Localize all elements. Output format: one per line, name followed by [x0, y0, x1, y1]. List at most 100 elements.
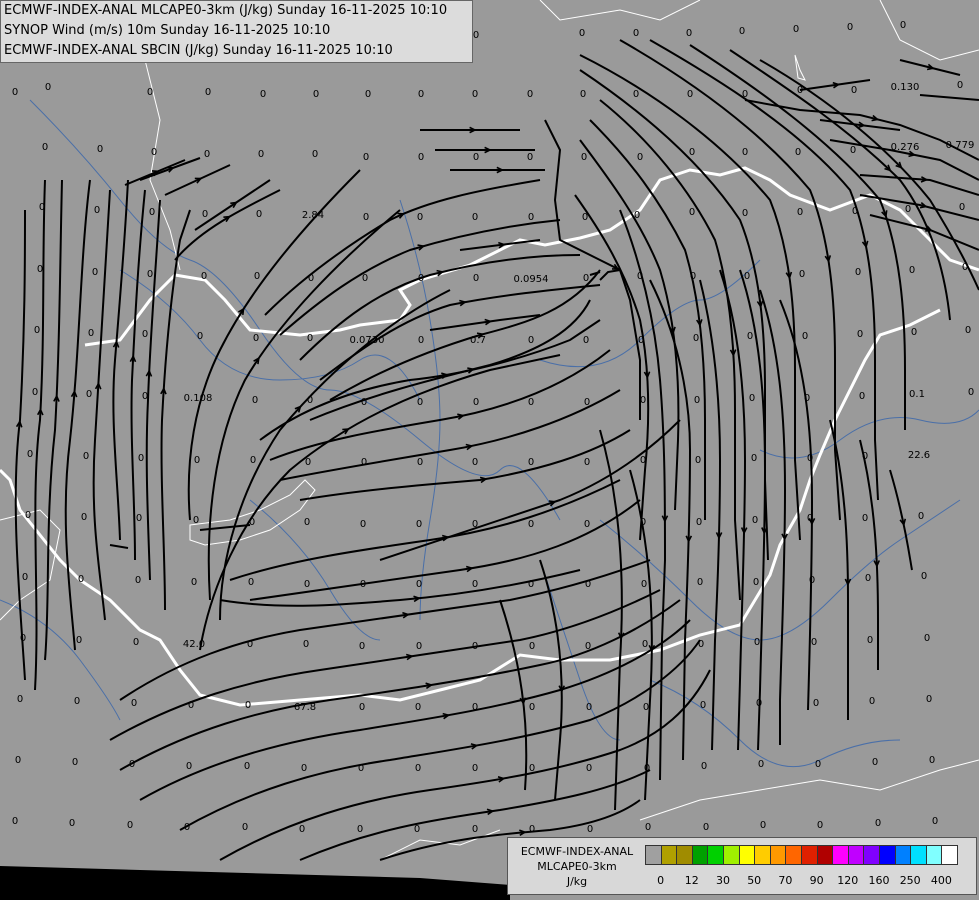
station-value: 0: [875, 818, 881, 829]
legend-swatch: [691, 845, 709, 865]
station-value: 0: [859, 391, 865, 402]
station-value: 0: [472, 457, 478, 468]
legend-tick-label: 160: [868, 874, 890, 887]
map-header: ECMWF-INDEX-ANAL MLCAPE0-3km (J/kg) Sund…: [0, 0, 473, 63]
station-value: 0: [129, 759, 135, 770]
station-value: 0: [758, 759, 764, 770]
station-value: 0: [472, 212, 478, 223]
legend-swatch: [832, 845, 849, 865]
header-line-wind: SYNOP Wind (m/s) 10m Sunday 16-11-2025 1…: [4, 23, 331, 38]
station-value: 0: [529, 824, 535, 835]
station-value: 0: [74, 696, 80, 707]
station-value: 0: [957, 80, 963, 91]
station-value: 0: [142, 329, 148, 340]
station-value: 0: [795, 147, 801, 158]
legend-swatch: [925, 845, 943, 865]
station-value: 0: [76, 635, 82, 646]
station-value: 0: [204, 149, 210, 160]
station-value: 0: [359, 702, 365, 713]
station-value: 0: [12, 87, 18, 98]
station-value: 0: [900, 20, 906, 31]
station-value: 0.0730: [350, 335, 385, 346]
station-value: 0: [27, 449, 33, 460]
legend-tick-label: 50: [747, 874, 762, 887]
station-value: 0: [414, 824, 420, 835]
station-value: 0: [739, 26, 745, 37]
station-value: 0: [633, 28, 639, 39]
station-value: 0: [45, 82, 51, 93]
station-value: 0: [744, 271, 750, 282]
station-value: 0: [643, 702, 649, 713]
station-value: 0: [363, 152, 369, 163]
station-value: 0: [527, 89, 533, 100]
station-value: 0: [693, 333, 699, 344]
station-value: 0: [244, 761, 250, 772]
station-value: 0: [136, 513, 142, 524]
station-value: 0: [186, 761, 192, 772]
station-value: 0: [872, 757, 878, 768]
station-value: 0: [86, 389, 92, 400]
station-value: 0: [418, 89, 424, 100]
station-value: 0: [472, 702, 478, 713]
station-value: 0: [360, 579, 366, 590]
station-value: 0: [807, 453, 813, 464]
station-value: 0: [687, 89, 693, 100]
station-value: 0: [528, 457, 534, 468]
station-value: 0: [528, 335, 534, 346]
station-value: 0: [587, 824, 593, 835]
station-value: 0: [361, 397, 367, 408]
station-value: 42.0: [183, 639, 205, 650]
station-value: 0: [248, 577, 254, 588]
station-value: 0: [472, 763, 478, 774]
legend-title-line2: MLCAPE0-3km: [537, 860, 617, 873]
station-value: 0: [586, 702, 592, 713]
station-value: 0: [250, 455, 256, 466]
station-value: 0: [850, 145, 856, 156]
station-value: 0: [127, 820, 133, 831]
station-value: 0: [694, 395, 700, 406]
station-value: 0: [926, 694, 932, 705]
station-value: 0: [365, 89, 371, 100]
station-value: 0: [147, 269, 153, 280]
station-value: 0: [747, 331, 753, 342]
station-value: 0: [528, 212, 534, 223]
station-value: 0: [193, 515, 199, 526]
station-value: 0: [254, 271, 260, 282]
legend-units: J/kg: [566, 875, 588, 888]
station-value: 0: [528, 519, 534, 530]
station-value: 0: [698, 639, 704, 650]
station-value: 0: [417, 457, 423, 468]
station-value: 0: [701, 761, 707, 772]
station-value: 0: [415, 702, 421, 713]
station-value: 0: [416, 519, 422, 530]
station-value: 0: [582, 212, 588, 223]
station-value: 0: [753, 577, 759, 588]
station-value: 0: [149, 207, 155, 218]
legend-swatch: [754, 845, 771, 865]
station-value: 0: [34, 325, 40, 336]
legend-swatch: [785, 845, 802, 865]
station-value: 0: [959, 202, 965, 213]
station-value: 0: [528, 579, 534, 590]
station-value: 0: [418, 152, 424, 163]
legend-swatch: [738, 845, 756, 865]
station-value: 0: [918, 511, 924, 522]
station-value: 0: [756, 698, 762, 709]
legend-swatch: [941, 845, 958, 865]
legend-swatch: [676, 845, 693, 865]
station-value: 0.276: [891, 142, 920, 153]
station-value: 0: [202, 209, 208, 220]
station-value: 0: [865, 573, 871, 584]
station-value: 0: [473, 273, 479, 284]
station-value: 0: [312, 149, 318, 160]
station-value: 0: [633, 89, 639, 100]
station-value: 0: [94, 205, 100, 216]
station-value: 0: [17, 694, 23, 705]
station-value: 0: [472, 89, 478, 100]
station-value: 0: [81, 512, 87, 523]
station-value: 0: [418, 335, 424, 346]
station-value: 0: [742, 147, 748, 158]
station-value: 0: [638, 335, 644, 346]
legend-swatch: [910, 845, 927, 865]
station-value: 0: [184, 822, 190, 833]
